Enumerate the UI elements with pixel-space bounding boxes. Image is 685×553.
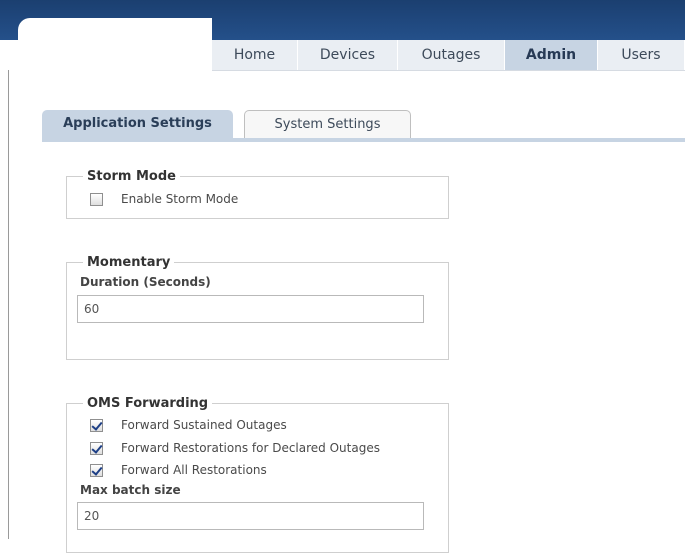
- forward-declared-restorations-label: Forward Restorations for Declared Outage…: [121, 441, 380, 455]
- max-batch-size-input[interactable]: 20: [77, 502, 424, 530]
- forward-all-restorations-checkbox[interactable]: [90, 463, 103, 477]
- oms-option-declared: Forward Restorations for Declared Outage…: [90, 440, 380, 456]
- momentary-group: Momentary Duration (Seconds) 60: [66, 255, 449, 360]
- nav-users[interactable]: Users: [598, 40, 685, 70]
- storm-mode-legend: Storm Mode: [83, 169, 180, 185]
- tab-system-settings[interactable]: System Settings: [244, 110, 411, 138]
- forward-sustained-outages-label: Forward Sustained Outages: [121, 418, 287, 432]
- nav-admin[interactable]: Admin: [505, 40, 598, 70]
- storm-mode-group: Storm Mode Enable Storm Mode: [66, 169, 449, 219]
- forward-all-restorations-label: Forward All Restorations: [121, 463, 267, 477]
- nav-home[interactable]: Home: [212, 40, 298, 70]
- forward-sustained-outages-checkbox[interactable]: [90, 418, 103, 432]
- settings-tabs: Application Settings System Settings: [42, 110, 685, 142]
- oms-forwarding-group: OMS Forwarding Forward Sustained Outages…: [66, 396, 449, 553]
- nav-outages[interactable]: Outages: [398, 40, 505, 70]
- tab-underline: [42, 138, 685, 142]
- storm-mode-option: Enable Storm Mode: [90, 191, 238, 207]
- oms-forwarding-legend: OMS Forwarding: [83, 396, 213, 412]
- enable-storm-mode-label: Enable Storm Mode: [121, 192, 239, 206]
- momentary-legend: Momentary: [83, 255, 175, 271]
- duration-label: Duration (Seconds): [80, 275, 211, 289]
- oms-option-all: Forward All Restorations: [90, 462, 267, 478]
- max-batch-size-label: Max batch size: [80, 483, 181, 497]
- forward-declared-restorations-checkbox[interactable]: [90, 441, 103, 455]
- nav-devices[interactable]: Devices: [298, 40, 398, 70]
- oms-option-sustained: Forward Sustained Outages: [90, 417, 287, 433]
- main-nav: Home Devices Outages Admin Users: [212, 40, 685, 71]
- enable-storm-mode-checkbox[interactable]: [90, 192, 103, 206]
- left-border: [8, 70, 9, 539]
- duration-input[interactable]: 60: [77, 295, 424, 323]
- tab-application-settings[interactable]: Application Settings: [42, 110, 233, 138]
- logo-area: [18, 18, 212, 70]
